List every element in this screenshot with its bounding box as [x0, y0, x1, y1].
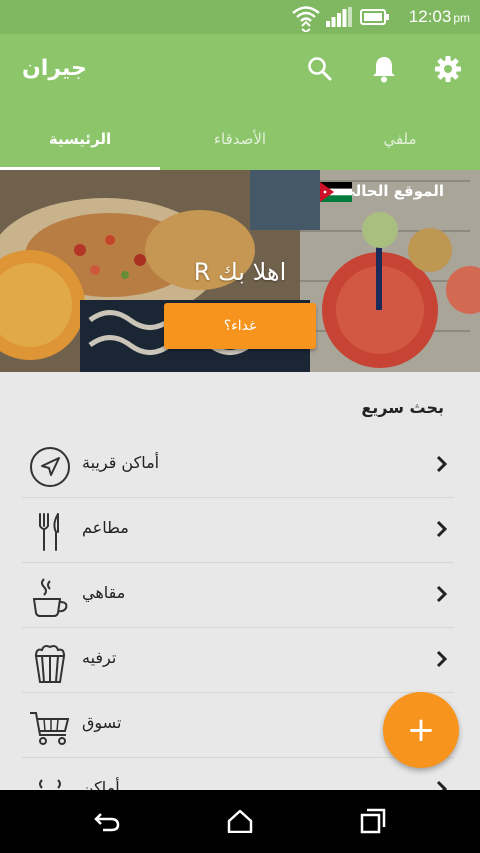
search-icon[interactable] — [305, 54, 335, 84]
tab-profile[interactable]: ملفي — [320, 114, 480, 170]
list-item-nearby-places[interactable]: أماكن قريبة — [22, 433, 454, 498]
status-bar: 12:03 pm — [0, 0, 480, 34]
chevron-right-icon — [436, 520, 448, 542]
list-item-label: ترفيه — [82, 648, 117, 667]
recent-apps-icon[interactable] — [355, 806, 391, 836]
location-label: الموقع الحالي — [340, 182, 444, 200]
clock: 12:03 pm — [408, 7, 470, 26]
settings-gear-icon[interactable] — [433, 54, 463, 84]
shopping-cart-icon — [28, 705, 72, 749]
system-nav-bar — [0, 790, 480, 853]
wifi-icon — [291, 4, 321, 36]
chevron-right-icon — [436, 650, 448, 672]
home-icon[interactable] — [222, 806, 258, 836]
list-item-label: مقاهي — [82, 583, 126, 602]
fork-knife-icon — [28, 510, 72, 554]
app-title: جيران — [22, 56, 87, 81]
list-item-label: مطاعم — [82, 518, 129, 537]
tab-friends[interactable]: الأصدقاء — [160, 114, 320, 170]
app-bar: جيران الرئيسية الأصدقاء ملفي — [0, 34, 480, 170]
list-item-cafes[interactable]: مقاهي — [22, 563, 454, 628]
list-item-entertainment[interactable]: ترفيه — [22, 628, 454, 693]
jordan-flag-icon — [320, 182, 352, 206]
coffee-cup-icon — [28, 575, 72, 619]
lunch-button[interactable]: غداء؟ — [164, 303, 316, 349]
tab-bar: الرئيسية الأصدقاء ملفي — [0, 114, 480, 170]
chevron-right-icon — [436, 585, 448, 607]
list-item-label: أماكن قريبة — [82, 453, 160, 472]
add-fab-button[interactable]: + — [383, 692, 459, 768]
popcorn-icon — [28, 640, 72, 684]
notifications-bell-icon[interactable] — [369, 54, 399, 84]
quick-search-title: بحث سريع — [361, 398, 444, 417]
tab-home[interactable]: الرئيسية — [0, 114, 160, 170]
list-item-restaurants[interactable]: مطاعم — [22, 498, 454, 563]
signal-icon — [326, 7, 352, 31]
list-item-label: تسوق — [82, 713, 122, 732]
navigation-icon — [28, 445, 72, 489]
chevron-right-icon — [436, 455, 448, 477]
back-icon[interactable] — [89, 806, 125, 836]
battery-icon — [360, 9, 390, 29]
greeting-text: اهلا بك R — [193, 258, 287, 286]
